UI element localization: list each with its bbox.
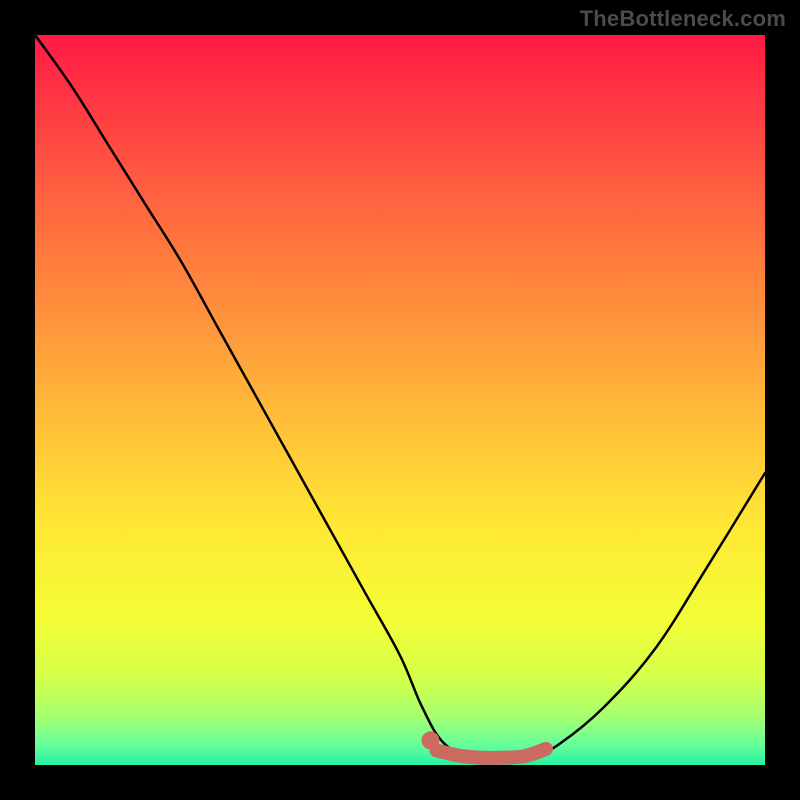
chart-stage: TheBottleneck.com bbox=[0, 0, 800, 800]
bottleneck-chart bbox=[0, 0, 800, 800]
highlight-start-dot bbox=[422, 731, 440, 749]
watermark-text: TheBottleneck.com bbox=[580, 6, 786, 32]
